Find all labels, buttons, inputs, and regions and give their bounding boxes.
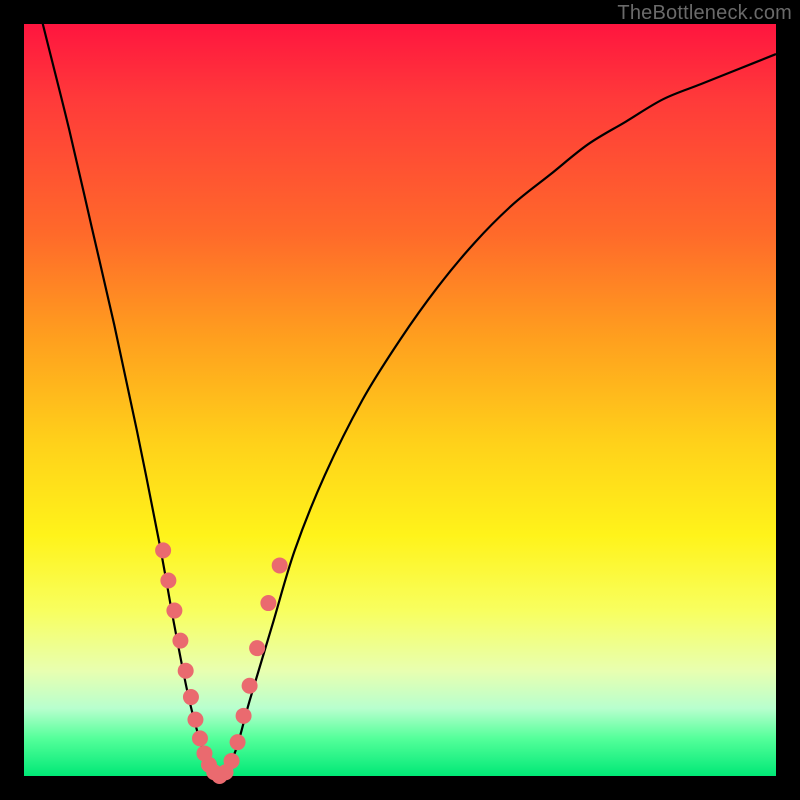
data-marker bbox=[178, 663, 194, 679]
data-marker bbox=[224, 753, 240, 769]
data-marker bbox=[183, 689, 199, 705]
data-marker bbox=[260, 595, 276, 611]
curve-layer bbox=[24, 0, 776, 776]
data-marker bbox=[236, 708, 252, 724]
data-marker bbox=[230, 734, 246, 750]
curve-svg bbox=[24, 24, 776, 776]
data-marker bbox=[242, 678, 258, 694]
marker-layer bbox=[155, 542, 288, 784]
data-marker bbox=[187, 712, 203, 728]
data-marker bbox=[155, 542, 171, 558]
data-marker bbox=[272, 557, 288, 573]
watermark-text: TheBottleneck.com bbox=[617, 2, 792, 25]
chart-plot-area bbox=[24, 24, 776, 776]
data-marker bbox=[249, 640, 265, 656]
chart-frame: TheBottleneck.com bbox=[0, 0, 800, 800]
data-marker bbox=[160, 572, 176, 588]
bottleneck-curve bbox=[24, 0, 776, 776]
data-marker bbox=[166, 603, 182, 619]
data-marker bbox=[192, 730, 208, 746]
data-marker bbox=[172, 633, 188, 649]
